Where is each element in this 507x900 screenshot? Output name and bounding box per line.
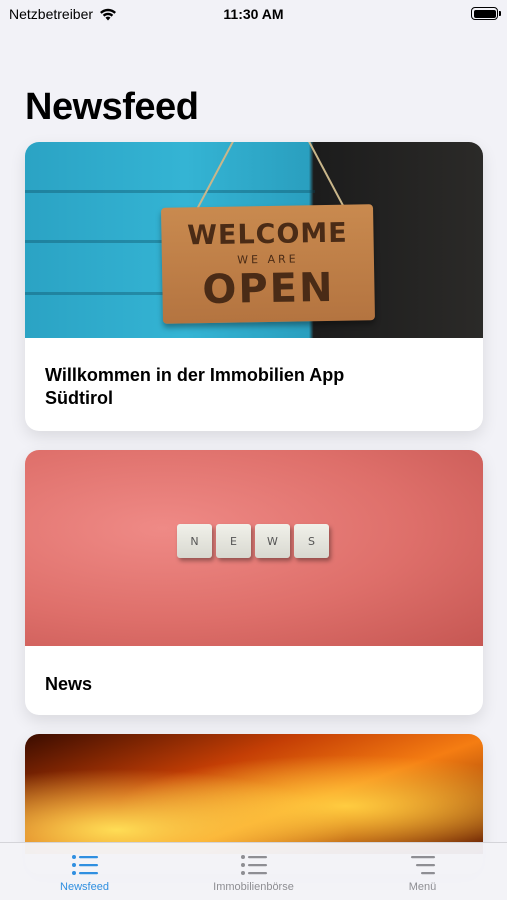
news-tiles-image: N E W S [25, 450, 483, 646]
welcome-sign-image: WELCOME WE ARE OPEN [25, 142, 483, 338]
news-card-news[interactable]: N E W S News [25, 450, 483, 715]
list-icon [71, 855, 98, 875]
status-bar: Netzbetreiber 11:30 AM [0, 0, 507, 30]
tab-label: Newsfeed [60, 881, 109, 893]
page-title: Newsfeed [25, 86, 199, 128]
tab-label: Menü [408, 881, 437, 893]
sign-line-we-are: WE ARE [237, 252, 299, 267]
sign-line-open: OPEN [201, 264, 335, 314]
sign-line-welcome: WELCOME [186, 217, 348, 252]
tile-w: W [255, 524, 290, 558]
tab-bar: Newsfeed Immobilienbörse Menü [0, 842, 507, 900]
tile-n: N [177, 524, 212, 558]
news-card-welcome[interactable]: WELCOME WE ARE OPEN Willkommen in der Im… [25, 142, 483, 431]
card-title: Willkommen in der Immobilien App Südtiro… [45, 365, 345, 408]
card-title: News [45, 674, 93, 694]
card-body: News [25, 646, 483, 696]
list-icon [240, 855, 267, 875]
card-body: Willkommen in der Immobilien App Südtiro… [25, 338, 483, 410]
fire-image [25, 734, 483, 854]
tab-menu[interactable]: Menü [338, 843, 507, 900]
tile-s: S [294, 524, 329, 558]
news-tiles: N E W S [177, 524, 329, 558]
welcome-sign: WELCOME WE ARE OPEN [161, 204, 375, 324]
tab-newsfeed[interactable]: Newsfeed [0, 843, 169, 900]
tab-label: Immobilienbörse [213, 881, 294, 893]
status-time: 11:30 AM [223, 6, 284, 22]
menu-icon [410, 856, 435, 875]
tile-e: E [216, 524, 251, 558]
battery-icon [471, 7, 501, 20]
tab-immobilienboerse[interactable]: Immobilienbörse [169, 843, 338, 900]
news-feed[interactable]: WELCOME WE ARE OPEN Willkommen in der Im… [25, 142, 483, 893]
